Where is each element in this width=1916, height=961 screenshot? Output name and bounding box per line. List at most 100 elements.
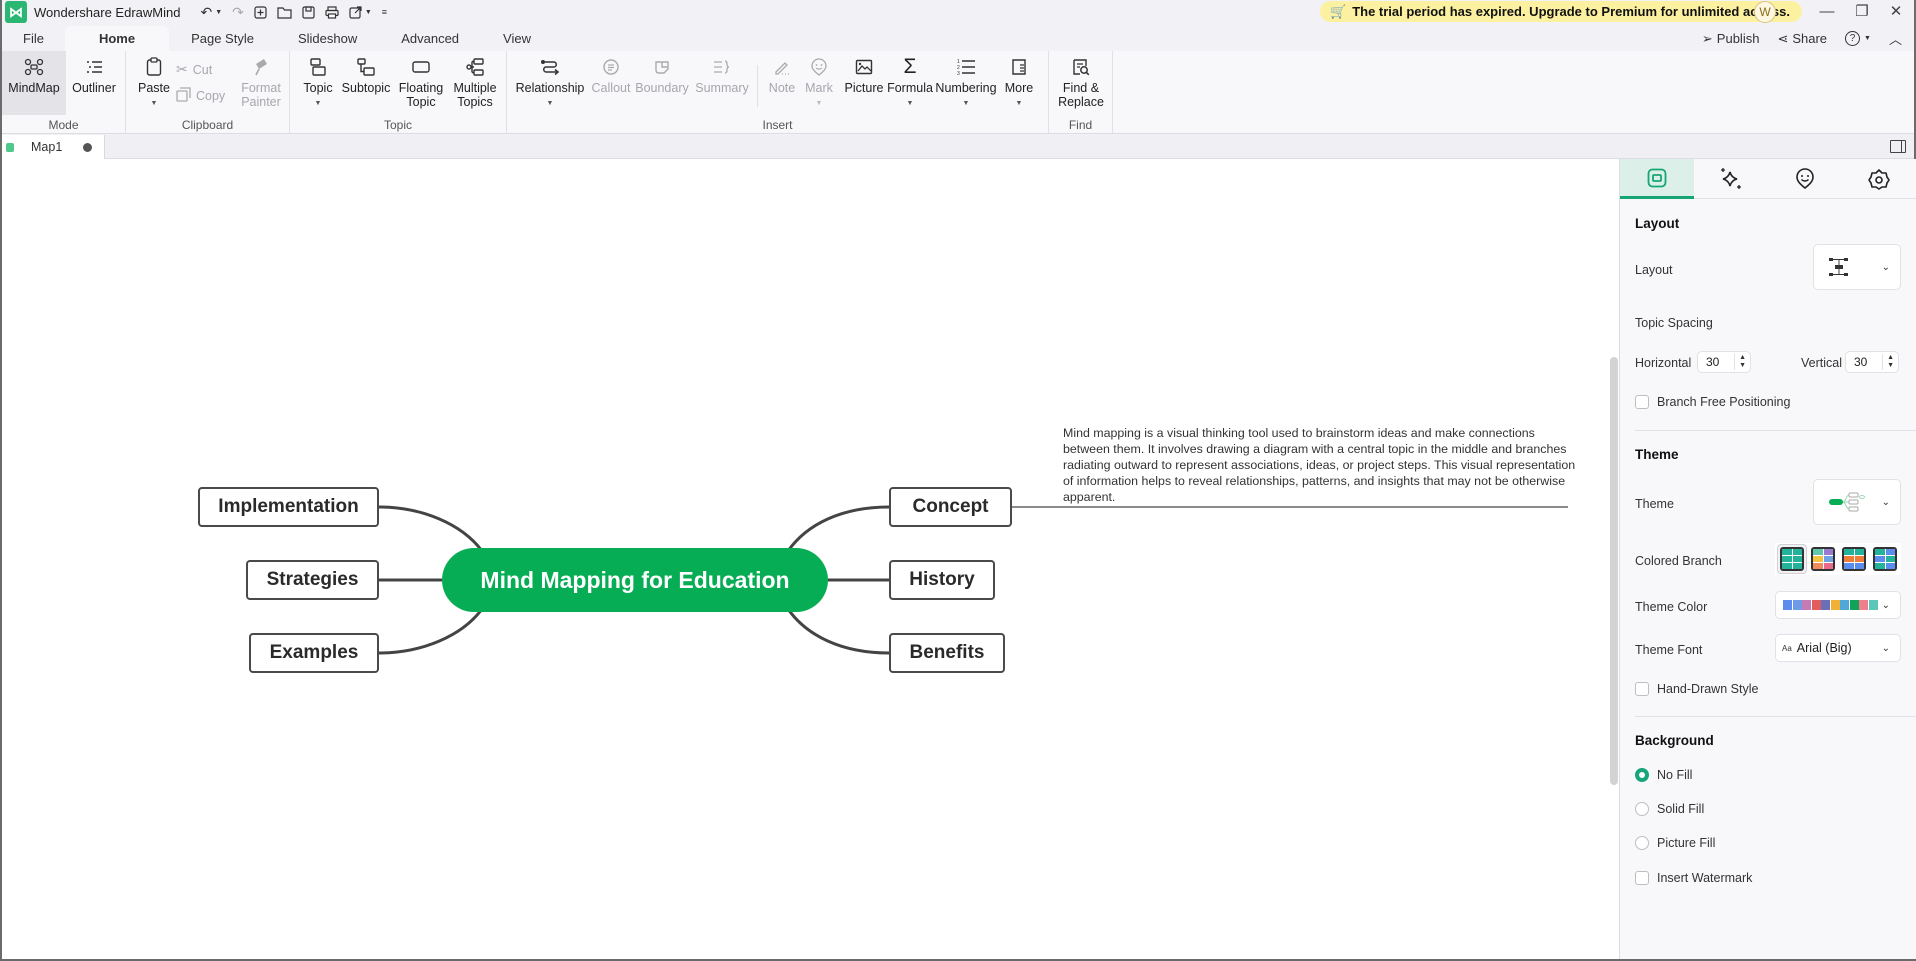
colored-branch-option-1[interactable] <box>1780 547 1804 571</box>
flower-settings-icon <box>1868 169 1890 190</box>
stepper-arrows-icon[interactable]: ▲ ▼ <box>1882 354 1894 370</box>
help-button[interactable]: ? ▼ <box>1845 31 1871 46</box>
close-icon[interactable]: ✕ <box>1876 0 1916 22</box>
summary-button[interactable]: Summary <box>693 55 751 95</box>
minimize-icon[interactable]: — <box>1807 0 1847 22</box>
solid-fill-radio[interactable]: Solid Fill <box>1635 802 1704 816</box>
topic-implementation[interactable]: Implementation <box>198 487 379 527</box>
topic-concept[interactable]: Concept <box>889 487 1012 527</box>
user-avatar[interactable]: W <box>1754 1 1776 23</box>
share-button[interactable]: ⋖ Share <box>1777 31 1827 47</box>
print-icon[interactable] <box>325 5 339 19</box>
side-tab-mark[interactable] <box>1768 159 1842 199</box>
concept-note-text[interactable]: Mind mapping is a visual thinking tool u… <box>1063 425 1583 505</box>
horizontal-spacing-stepper[interactable]: 30 ▲ ▼ <box>1697 351 1751 373</box>
svg-text:3: 3 <box>957 71 960 76</box>
floating-topic-label: Floating <box>398 81 444 95</box>
trial-expired-banner[interactable]: 🛒 The trial period has expired. Upgrade … <box>1320 1 1802 22</box>
paste-button[interactable]: Paste ▼ <box>134 55 174 111</box>
toggle-side-panel-icon[interactable] <box>1890 140 1906 153</box>
colored-branch-option-3[interactable] <box>1842 547 1866 571</box>
formula-button[interactable]: Σ Formula ▼ <box>887 55 933 111</box>
outliner-label: Outliner <box>72 81 116 95</box>
mark-dropdown-icon[interactable]: ▼ <box>816 97 823 111</box>
document-tab-map1[interactable]: Map1 <box>2 135 105 159</box>
tab-page-style[interactable]: Page Style <box>169 26 276 51</box>
save-icon[interactable] <box>302 5 315 19</box>
theme-font-dropdown[interactable]: Aa Arial (Big) ⌄ <box>1775 634 1901 662</box>
hand-drawn-style-checkbox[interactable]: Hand-Drawn Style <box>1635 682 1758 696</box>
relationship-dropdown-icon[interactable]: ▼ <box>547 97 554 111</box>
picture-button[interactable]: Picture <box>843 55 885 95</box>
customize-quick-access-icon[interactable]: ≡ <box>382 7 387 17</box>
open-icon[interactable] <box>277 6 292 19</box>
numbering-dropdown-icon[interactable]: ▼ <box>963 97 970 111</box>
tab-file[interactable]: File <box>2 26 65 51</box>
theme-color-dropdown[interactable]: ⌄ <box>1775 591 1901 619</box>
mindmap-canvas[interactable]: Implementation Strategies Examples Mind … <box>2 159 1619 959</box>
stepper-arrows-icon[interactable]: ▲ ▼ <box>1734 354 1746 370</box>
picture-fill-radio[interactable]: Picture Fill <box>1635 836 1715 850</box>
relationship-button[interactable]: Relationship ▼ <box>511 55 589 111</box>
collapse-ribbon-icon[interactable]: ︿ <box>1889 29 1902 48</box>
layout-section-title: Layout <box>1635 216 1680 231</box>
numbering-button[interactable]: 123 Numbering ▼ <box>935 55 997 111</box>
topic-strategies[interactable]: Strategies <box>246 560 379 600</box>
relationship-label: Relationship <box>515 81 585 95</box>
format-side-panel: Layout Layout ⌄ Topic Spacing Horizontal… <box>1619 159 1916 959</box>
vertical-spacing-stepper[interactable]: 30 ▲ ▼ <box>1845 351 1899 373</box>
floating-topic-button[interactable]: Floating Topic <box>394 55 448 109</box>
tab-slideshow[interactable]: Slideshow <box>276 26 379 51</box>
copy-button[interactable]: Copy <box>176 87 225 105</box>
font-icon: Aa <box>1782 643 1792 653</box>
side-tab-page-format[interactable] <box>1620 159 1694 199</box>
subtopic-button[interactable]: Subtopic <box>339 55 393 95</box>
callout-button[interactable]: Callout <box>589 55 633 95</box>
boundary-button[interactable]: Boundary <box>633 55 691 95</box>
central-topic[interactable]: Mind Mapping for Education <box>442 548 828 612</box>
theme-color-swatch <box>1859 600 1868 610</box>
formula-dropdown-icon[interactable]: ▼ <box>907 97 914 111</box>
topic-button[interactable]: Topic ▼ <box>298 55 338 111</box>
unsaved-indicator-icon[interactable] <box>83 143 92 152</box>
theme-dropdown[interactable]: ⌄ <box>1813 479 1901 525</box>
tab-view[interactable]: View <box>481 26 553 51</box>
insert-watermark-checkbox[interactable]: Insert Watermark <box>1635 871 1752 885</box>
topic-examples[interactable]: Examples <box>249 633 379 673</box>
more-button[interactable]: More ▼ <box>999 55 1039 111</box>
topic-benefits[interactable]: Benefits <box>889 633 1005 673</box>
redo-icon[interactable]: ↷ <box>232 4 244 21</box>
branch-free-positioning-checkbox[interactable]: Branch Free Positioning <box>1635 395 1790 409</box>
export-icon[interactable]: ▼ <box>349 5 372 19</box>
theme-color-swatch <box>1830 600 1840 610</box>
publish-button[interactable]: ➢ Publish <box>1702 31 1760 47</box>
paste-dropdown-icon[interactable]: ▼ <box>151 97 158 111</box>
undo-icon[interactable]: ↶ ▼ <box>200 4 222 21</box>
topic-dropdown-icon[interactable]: ▼ <box>315 97 322 111</box>
emoji-marker-icon <box>1796 168 1814 190</box>
colored-branch-option-4[interactable] <box>1873 547 1897 571</box>
colored-branch-option-2[interactable] <box>1811 547 1835 571</box>
side-tab-ai[interactable] <box>1694 159 1768 199</box>
canvas-vertical-scrollbar[interactable] <box>1610 357 1618 785</box>
note-button[interactable]: Note <box>763 55 801 95</box>
find-replace-button[interactable]: Find & Replace <box>1055 55 1107 109</box>
side-tab-theme[interactable] <box>1842 159 1916 199</box>
no-fill-radio[interactable]: No Fill <box>1635 768 1692 782</box>
more-dropdown-icon[interactable]: ▼ <box>1016 97 1023 111</box>
outliner-mode-button[interactable]: Outliner <box>70 55 118 95</box>
new-icon[interactable] <box>254 5 267 19</box>
mindmap-mode-button[interactable]: MindMap <box>2 51 66 115</box>
multiple-topics-button[interactable]: Multiple Topics <box>448 55 502 109</box>
note-label: Note <box>768 81 796 95</box>
cut-button[interactable]: ✂ Cut <box>176 61 212 78</box>
checkbox-icon <box>1635 395 1649 409</box>
tab-advanced[interactable]: Advanced <box>379 26 481 51</box>
horizontal-spacing-label: Horizontal <box>1635 356 1692 370</box>
layout-dropdown[interactable]: ⌄ <box>1813 244 1901 290</box>
topic-history[interactable]: History <box>889 560 995 600</box>
paste-label: Paste <box>138 81 170 95</box>
tab-home[interactable]: Home <box>64 26 170 51</box>
format-painter-button[interactable]: Format Painter <box>238 55 284 109</box>
mark-button[interactable]: Mark ▼ <box>801 55 837 111</box>
